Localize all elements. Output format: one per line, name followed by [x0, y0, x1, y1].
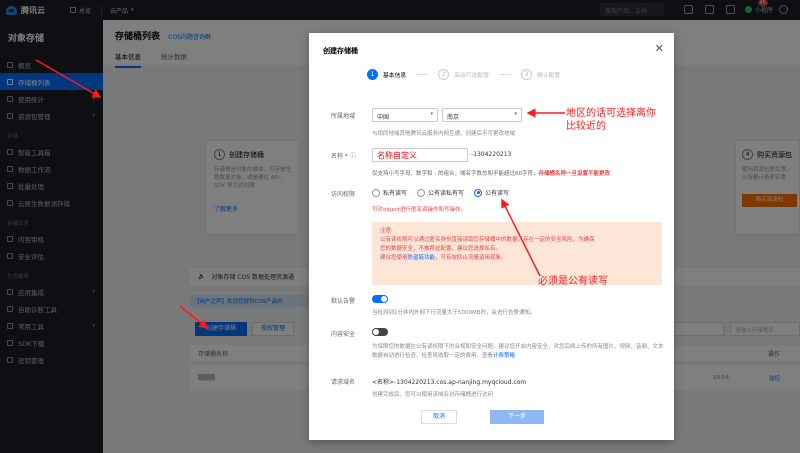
region-city-select[interactable]: 南京 ▾ [442, 108, 522, 122]
step-circle: 3 [521, 69, 532, 80]
domain-label: 请求域名 [331, 379, 356, 386]
step-advanced: 2 高级可选配置 [438, 69, 489, 80]
close-icon[interactable]: ✕ [655, 43, 664, 54]
name-label: 名称 * ⓘ [331, 151, 356, 160]
bucket-name-value: 名称自定义 [377, 151, 417, 160]
info-icon[interactable]: ⓘ [350, 153, 356, 160]
region-hint: 与相同地域其他腾讯云服务内网互通，创建后不可更改地域 [372, 131, 516, 137]
name-hint-warning: 存储桶名称一旦设置不能更改 [538, 171, 610, 177]
content-security-hint: 为保障您的数据在公有读权限下的合规和安全问题，建议您开启内容安全，对您后续上传的… [372, 343, 664, 361]
chevron-down-icon: ▾ [514, 111, 517, 117]
radio-private[interactable]: 私有读写 [372, 188, 407, 197]
step-circle: 2 [438, 69, 450, 80]
name-label-text: 名称 * [331, 153, 348, 160]
content-security-toggle[interactable] [372, 328, 388, 336]
warning-text: 公有读权限可以通过匿名身份直接读取您存储桶中的数据，存在一定的安全风险，为确保 [380, 237, 595, 243]
access-radio-group: 私有读写 公有读私有写 公有读写 [372, 188, 519, 197]
access-label: 访问权限 [331, 191, 356, 198]
select-value: 南京 [447, 114, 460, 121]
name-hint: 仅支持小写字母、数字和 - 的组合，域名字数总和不能超过60字符，存储桶名称一旦… [372, 169, 672, 177]
bucket-name-input[interactable]: 名称自定义 [372, 148, 468, 162]
radio-label: 私有读写 [383, 190, 408, 197]
alert-label: 默认告警 [331, 298, 356, 305]
dialog-title: 创建存储桶 [323, 47, 358, 55]
warning-title: 注意: [380, 228, 393, 234]
appid-suffix: -1304220213 [471, 151, 512, 158]
chevron-down-icon: ▾ [430, 111, 433, 117]
select-value: 中国 [377, 114, 390, 121]
billing-policy-link[interactable]: 计费策略 [493, 353, 515, 359]
access-warning: 可对object进行匿名读操作和写操作。 [372, 207, 466, 213]
radio-public-read-write[interactable]: 公有读写 [474, 188, 509, 197]
step-connector [416, 74, 429, 75]
content-hint-text: 为保障您的数据在公有读权限下的合规和安全问题，建议您开启内容安全，对您后续上传的… [372, 344, 664, 359]
step-indicator: 1 基本信息 2 高级可选配置 3 确认配置 [367, 69, 560, 80]
radio-circle [417, 188, 426, 197]
annotation-text: 地区的话可选择离你 [566, 108, 656, 119]
security-warning-box: 注意: 公有读权限可以通过匿名身份直接读取您存储桶中的数据，存在一定的安全风险，… [372, 222, 662, 285]
step-basic-info: 1 基本信息 [367, 69, 406, 80]
annotation-region-note: 地区的话可选择离你 比较近的 [566, 107, 656, 133]
name-hint-text: 仅支持小写字母、数字和 - 的组合，域名字数总和不能超过60字符， [372, 171, 539, 177]
step-connector [499, 74, 511, 75]
alert-toggle[interactable] [372, 295, 388, 303]
warning-text: 建议您使用防盗链功能，可有效防止流量盗用现象。 [380, 254, 654, 263]
region-label: 所属地域 [331, 113, 356, 120]
domain-hint: 创建完成后，您可以使用该域名对存储桶进行访问 [372, 392, 494, 398]
region-country-select[interactable]: 中国 ▾ [372, 108, 438, 122]
content-security-label: 内容安全 [331, 331, 356, 338]
cancel-button[interactable]: 取消 [421, 410, 457, 424]
step-label: 基本信息 [383, 73, 407, 79]
step-label: 高级可选配置 [454, 73, 489, 79]
radio-label: 公有读写 [485, 190, 510, 197]
step-label: 确认配置 [537, 73, 561, 79]
request-domain: <名称>-1304220213.cos.ap-nanjing.myqcloud.… [372, 379, 527, 386]
radio-label: 公有读私有写 [428, 190, 465, 197]
annotation-text: 比较近的 [566, 121, 606, 132]
next-button[interactable]: 下一步 [490, 410, 544, 424]
radio-circle [372, 188, 380, 197]
hotlink-protection-link[interactable]: 防盗链功能 [408, 255, 436, 261]
annotation-public-note: 必须是公有读写 [538, 276, 608, 287]
warning-text: 您的数据安全，不推荐此配置，建议您选择私有。 [380, 246, 502, 252]
create-bucket-dialog: 创建存储桶 ✕ 1 基本信息 2 高级可选配置 3 确认配置 所属地域 中国 ▾ 南京 ▾… [309, 33, 674, 440]
radio-public-read[interactable]: 公有读私有写 [417, 188, 464, 197]
radio-circle [474, 188, 483, 197]
step-confirm: 3 确认配置 [521, 69, 560, 80]
toggle-knob [381, 296, 387, 302]
warning-text-post: ，可有效防止流量盗用现象。 [435, 255, 507, 261]
alert-hint: 当检测到1分钟内外网下行流量大于5000MB时，会进行告警通知。 [372, 310, 536, 316]
warning-text-pre: 建议您使用 [380, 255, 408, 261]
step-circle: 1 [367, 69, 378, 80]
toggle-knob [373, 329, 379, 335]
